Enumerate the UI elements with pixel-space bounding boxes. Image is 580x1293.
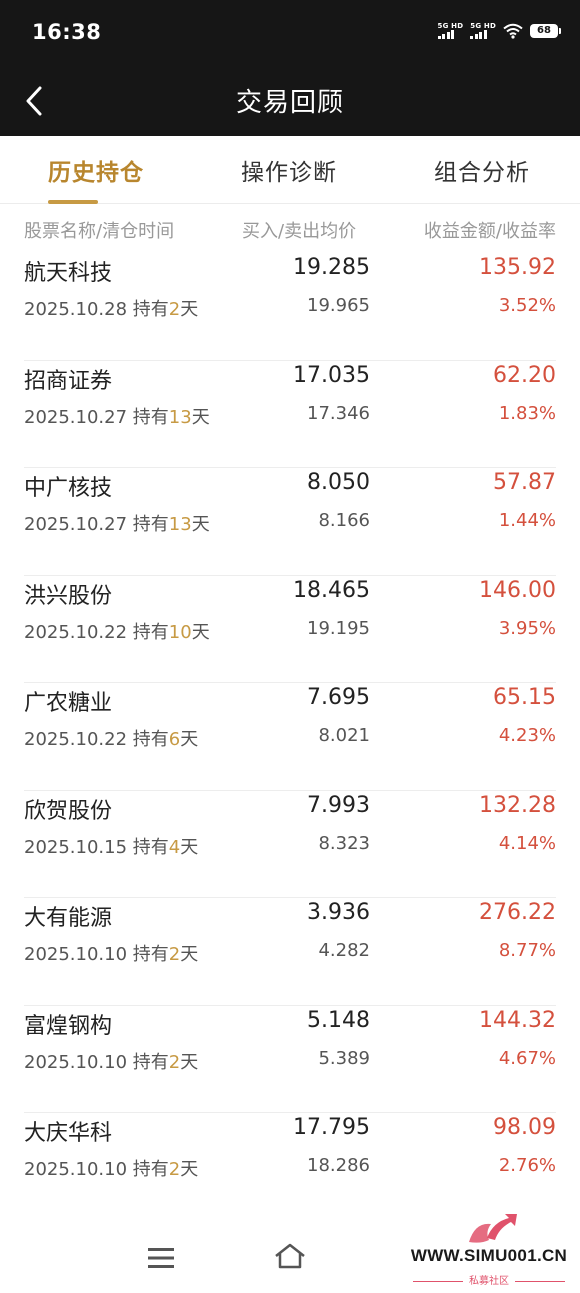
- home-icon[interactable]: [273, 1242, 307, 1270]
- tab-portfolio-analysis[interactable]: 组合分析: [434, 153, 530, 187]
- buy-price: 5.148: [307, 1007, 370, 1033]
- buy-price: 17.035: [293, 362, 370, 388]
- stock-name: 欣贺股份: [24, 798, 113, 824]
- buy-price: 7.993: [307, 792, 370, 818]
- stock-name: 中广核技: [24, 476, 113, 501]
- profit-amount: 276.22: [479, 900, 556, 925]
- buy-price: 17.795: [293, 1115, 370, 1140]
- list-item[interactable]: 大有能源 2025.10.10 持有2天 3.936 4.282 276.22 …: [24, 898, 556, 1006]
- signal-icon: 5G HD: [470, 22, 496, 39]
- list-item[interactable]: 富煌钢构 2025.10.10 持有2天 5.148 5.389 144.32 …: [24, 1006, 556, 1113]
- buy-price: 19.285: [293, 255, 370, 280]
- stock-name: 大庆华科: [24, 1121, 113, 1146]
- status-time: 16:38: [32, 20, 102, 44]
- profit-amount: 146.00: [479, 577, 556, 603]
- tab-history-holdings[interactable]: 历史持仓: [48, 153, 144, 187]
- watermark: WWW.SIMU001.CN 私募社区: [403, 1210, 575, 1290]
- stock-name: 富煌钢构: [24, 1013, 113, 1039]
- profit-rate: 3.95%: [498, 617, 556, 639]
- tab-operation-diagnosis[interactable]: 操作诊断: [241, 153, 337, 187]
- column-prices: 买入/卖出均价: [242, 221, 357, 242]
- clear-date: 2025.10.27 持有13天: [24, 406, 210, 428]
- profit-amount: 57.87: [493, 470, 556, 495]
- profit-amount: 132.28: [479, 792, 556, 818]
- clear-date: 2025.10.27 持有13天: [24, 514, 210, 535]
- sell-price: 19.195: [307, 617, 370, 639]
- wifi-icon: [503, 23, 523, 39]
- sell-price: 4.282: [318, 940, 370, 961]
- nav-bar: 交易回顾: [0, 66, 580, 136]
- tab-indicator: [48, 200, 98, 204]
- clear-date: 2025.10.10 持有2天: [24, 1159, 199, 1180]
- profit-rate: 8.77%: [498, 940, 556, 961]
- stock-name: 广农糖业: [24, 691, 113, 716]
- profit-amount: 65.15: [493, 685, 556, 710]
- profit-rate: 4.67%: [498, 1047, 556, 1069]
- watermark-logo-icon: [469, 1214, 517, 1243]
- profit-rate: 3.52%: [498, 295, 556, 316]
- status-bar: 16:38 5G HD 5G HD 68: [0, 0, 580, 66]
- sell-price: 8.166: [318, 510, 370, 531]
- buy-price: 7.695: [307, 685, 370, 710]
- profit-rate: 1.44%: [498, 510, 556, 531]
- clear-date: 2025.10.10 持有2天: [24, 1051, 199, 1073]
- clear-date: 2025.10.22 持有6天: [24, 729, 199, 750]
- stock-name: 大有能源: [24, 906, 113, 931]
- list-item[interactable]: 中广核技 2025.10.27 持有13天 8.050 8.166 57.87 …: [24, 468, 556, 576]
- stock-name: 洪兴股份: [24, 583, 113, 609]
- sell-price: 18.286: [307, 1155, 370, 1176]
- list-item[interactable]: 欣贺股份 2025.10.15 持有4天 7.993 8.323 132.28 …: [24, 791, 556, 898]
- status-icons: 5G HD 5G HD 68: [437, 22, 561, 39]
- profit-rate: 2.76%: [498, 1155, 556, 1176]
- holdings-list[interactable]: 航天科技 2025.10.28 持有2天 19.285 19.965 135.9…: [0, 253, 580, 1203]
- watermark-text: WWW.SIMU001.CN: [410, 1246, 568, 1265]
- list-item[interactable]: 洪兴股份 2025.10.22 持有10天 18.465 19.195 146.…: [24, 576, 556, 683]
- battery-icon: 68: [530, 23, 561, 38]
- signal-icon: 5G HD: [437, 22, 464, 39]
- profit-amount: 62.20: [493, 362, 556, 388]
- profit-amount: 144.32: [479, 1007, 556, 1033]
- column-profit: 收益金额/收益率: [423, 221, 556, 242]
- signal-label: 5G HD: [470, 22, 496, 30]
- profit-amount: 98.09: [493, 1115, 556, 1140]
- clear-date: 2025.10.22 持有10天: [24, 621, 210, 643]
- menu-icon[interactable]: [148, 1247, 174, 1269]
- column-header: 股票名称/清仓时间 买入/卖出均价 收益金额/收益率: [0, 205, 580, 253]
- profit-rate: 4.14%: [498, 832, 556, 854]
- clear-date: 2025.10.28 持有2天: [24, 299, 199, 320]
- stock-name: 航天科技: [24, 261, 113, 286]
- sell-price: 19.965: [307, 295, 370, 316]
- stock-name: 招商证券: [24, 368, 113, 394]
- clear-date: 2025.10.15 持有4天: [24, 836, 199, 858]
- buy-price: 8.050: [307, 470, 370, 495]
- clear-date: 2025.10.10 持有2天: [24, 944, 199, 965]
- sell-price: 8.021: [318, 725, 370, 746]
- list-item[interactable]: 航天科技 2025.10.28 持有2天 19.285 19.965 135.9…: [24, 253, 556, 361]
- list-item[interactable]: 大庆华科 2025.10.10 持有2天 17.795 18.286 98.09…: [24, 1113, 556, 1203]
- list-item[interactable]: 招商证券 2025.10.27 持有13天 17.035 17.346 62.2…: [24, 361, 556, 468]
- column-name-date: 股票名称/清仓时间: [24, 221, 175, 242]
- sell-price: 8.323: [318, 832, 370, 854]
- page-title: 交易回顾: [235, 88, 344, 118]
- signal-label: 5G HD: [437, 22, 464, 30]
- tab-bar: 历史持仓 操作诊断 组合分析: [0, 136, 580, 204]
- watermark-subtext: 私募社区: [403, 1272, 575, 1287]
- sell-price: 17.346: [307, 402, 370, 424]
- buy-price: 18.465: [293, 577, 370, 603]
- sell-price: 5.389: [318, 1047, 370, 1069]
- profit-rate: 4.23%: [498, 725, 556, 746]
- buy-price: 3.936: [307, 900, 370, 925]
- list-item[interactable]: 广农糖业 2025.10.22 持有6天 7.695 8.021 65.15 4…: [24, 683, 556, 791]
- profit-rate: 1.83%: [498, 402, 556, 424]
- profit-amount: 135.92: [479, 255, 556, 280]
